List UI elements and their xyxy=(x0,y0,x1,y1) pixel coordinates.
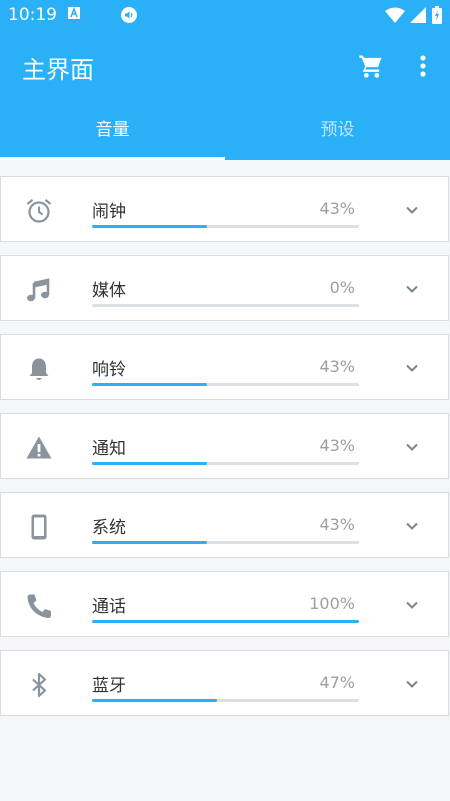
volume-slider-fill xyxy=(92,699,218,702)
chevron-down-icon[interactable] xyxy=(403,359,421,377)
a-icon xyxy=(68,7,80,19)
volume-slider-fill xyxy=(92,462,207,465)
volume-row-bluetooth[interactable]: 蓝牙 47% xyxy=(0,650,449,716)
volume-row-system[interactable]: 系统 43% xyxy=(0,492,449,558)
volume-row-call[interactable]: 通话 100% xyxy=(0,571,449,637)
wifi-icon xyxy=(385,7,405,23)
volume-row-media[interactable]: 媒体 0% xyxy=(0,255,449,321)
chevron-down-icon[interactable] xyxy=(403,438,421,456)
volume-row-notification[interactable]: 通知 43% xyxy=(0,413,449,479)
phone-device-icon xyxy=(31,514,47,540)
volume-slider[interactable] xyxy=(92,462,359,465)
chevron-down-icon[interactable] xyxy=(403,280,421,298)
volume-slider[interactable] xyxy=(92,383,359,386)
music-note-icon xyxy=(27,278,50,302)
channel-label: 响铃 xyxy=(92,360,126,380)
volume-slider-fill xyxy=(92,541,207,544)
alarm-clock-icon xyxy=(26,198,52,223)
tab-volume[interactable]: 音量 xyxy=(0,108,225,160)
volume-slider[interactable] xyxy=(92,225,359,228)
volume-slider[interactable] xyxy=(92,304,359,307)
chevron-down-icon[interactable] xyxy=(403,675,421,693)
volume-icon xyxy=(121,7,137,23)
channel-percent: 43% xyxy=(319,357,355,376)
volume-slider-fill xyxy=(92,383,207,386)
phone-call-icon xyxy=(27,594,51,618)
chevron-down-icon[interactable] xyxy=(403,201,421,219)
volume-slider-fill xyxy=(92,225,207,228)
status-bar: 10:19 xyxy=(0,0,450,30)
channel-percent: 100% xyxy=(309,594,355,613)
channel-label: 系统 xyxy=(92,518,126,538)
channel-label: 通知 xyxy=(92,439,126,459)
page-title: 主界面 xyxy=(22,56,94,84)
warning-icon xyxy=(26,436,52,459)
channel-percent: 43% xyxy=(319,436,355,455)
app-bar: 10:19 主界面 音量 预设 xyxy=(0,0,450,160)
channel-percent: 43% xyxy=(319,199,355,218)
volume-slider-fill xyxy=(92,620,359,623)
channel-percent: 0% xyxy=(329,278,355,297)
chevron-down-icon[interactable] xyxy=(403,517,421,535)
tab-indicator xyxy=(0,157,225,160)
channel-percent: 47% xyxy=(319,673,355,692)
chevron-down-icon[interactable] xyxy=(403,596,421,614)
volume-slider[interactable] xyxy=(92,699,359,702)
channel-label: 通话 xyxy=(92,597,126,617)
bluetooth-icon xyxy=(32,672,47,698)
volume-row-alarm[interactable]: 闹钟 43% xyxy=(0,176,449,242)
volume-row-ringer[interactable]: 响铃 43% xyxy=(0,334,449,400)
cart-icon[interactable] xyxy=(357,52,385,80)
status-time: 10:19 xyxy=(8,5,57,25)
volume-slider[interactable] xyxy=(92,541,359,544)
channel-label: 媒体 xyxy=(92,281,126,301)
battery-icon xyxy=(432,6,442,24)
bell-icon xyxy=(29,358,49,380)
tab-presets[interactable]: 预设 xyxy=(225,108,450,160)
volume-slider[interactable] xyxy=(92,620,359,623)
channel-label: 蓝牙 xyxy=(92,676,126,696)
channel-percent: 43% xyxy=(319,515,355,534)
channel-label: 闹钟 xyxy=(92,202,126,222)
signal-icon xyxy=(410,7,426,23)
more-vert-icon[interactable] xyxy=(411,52,435,80)
